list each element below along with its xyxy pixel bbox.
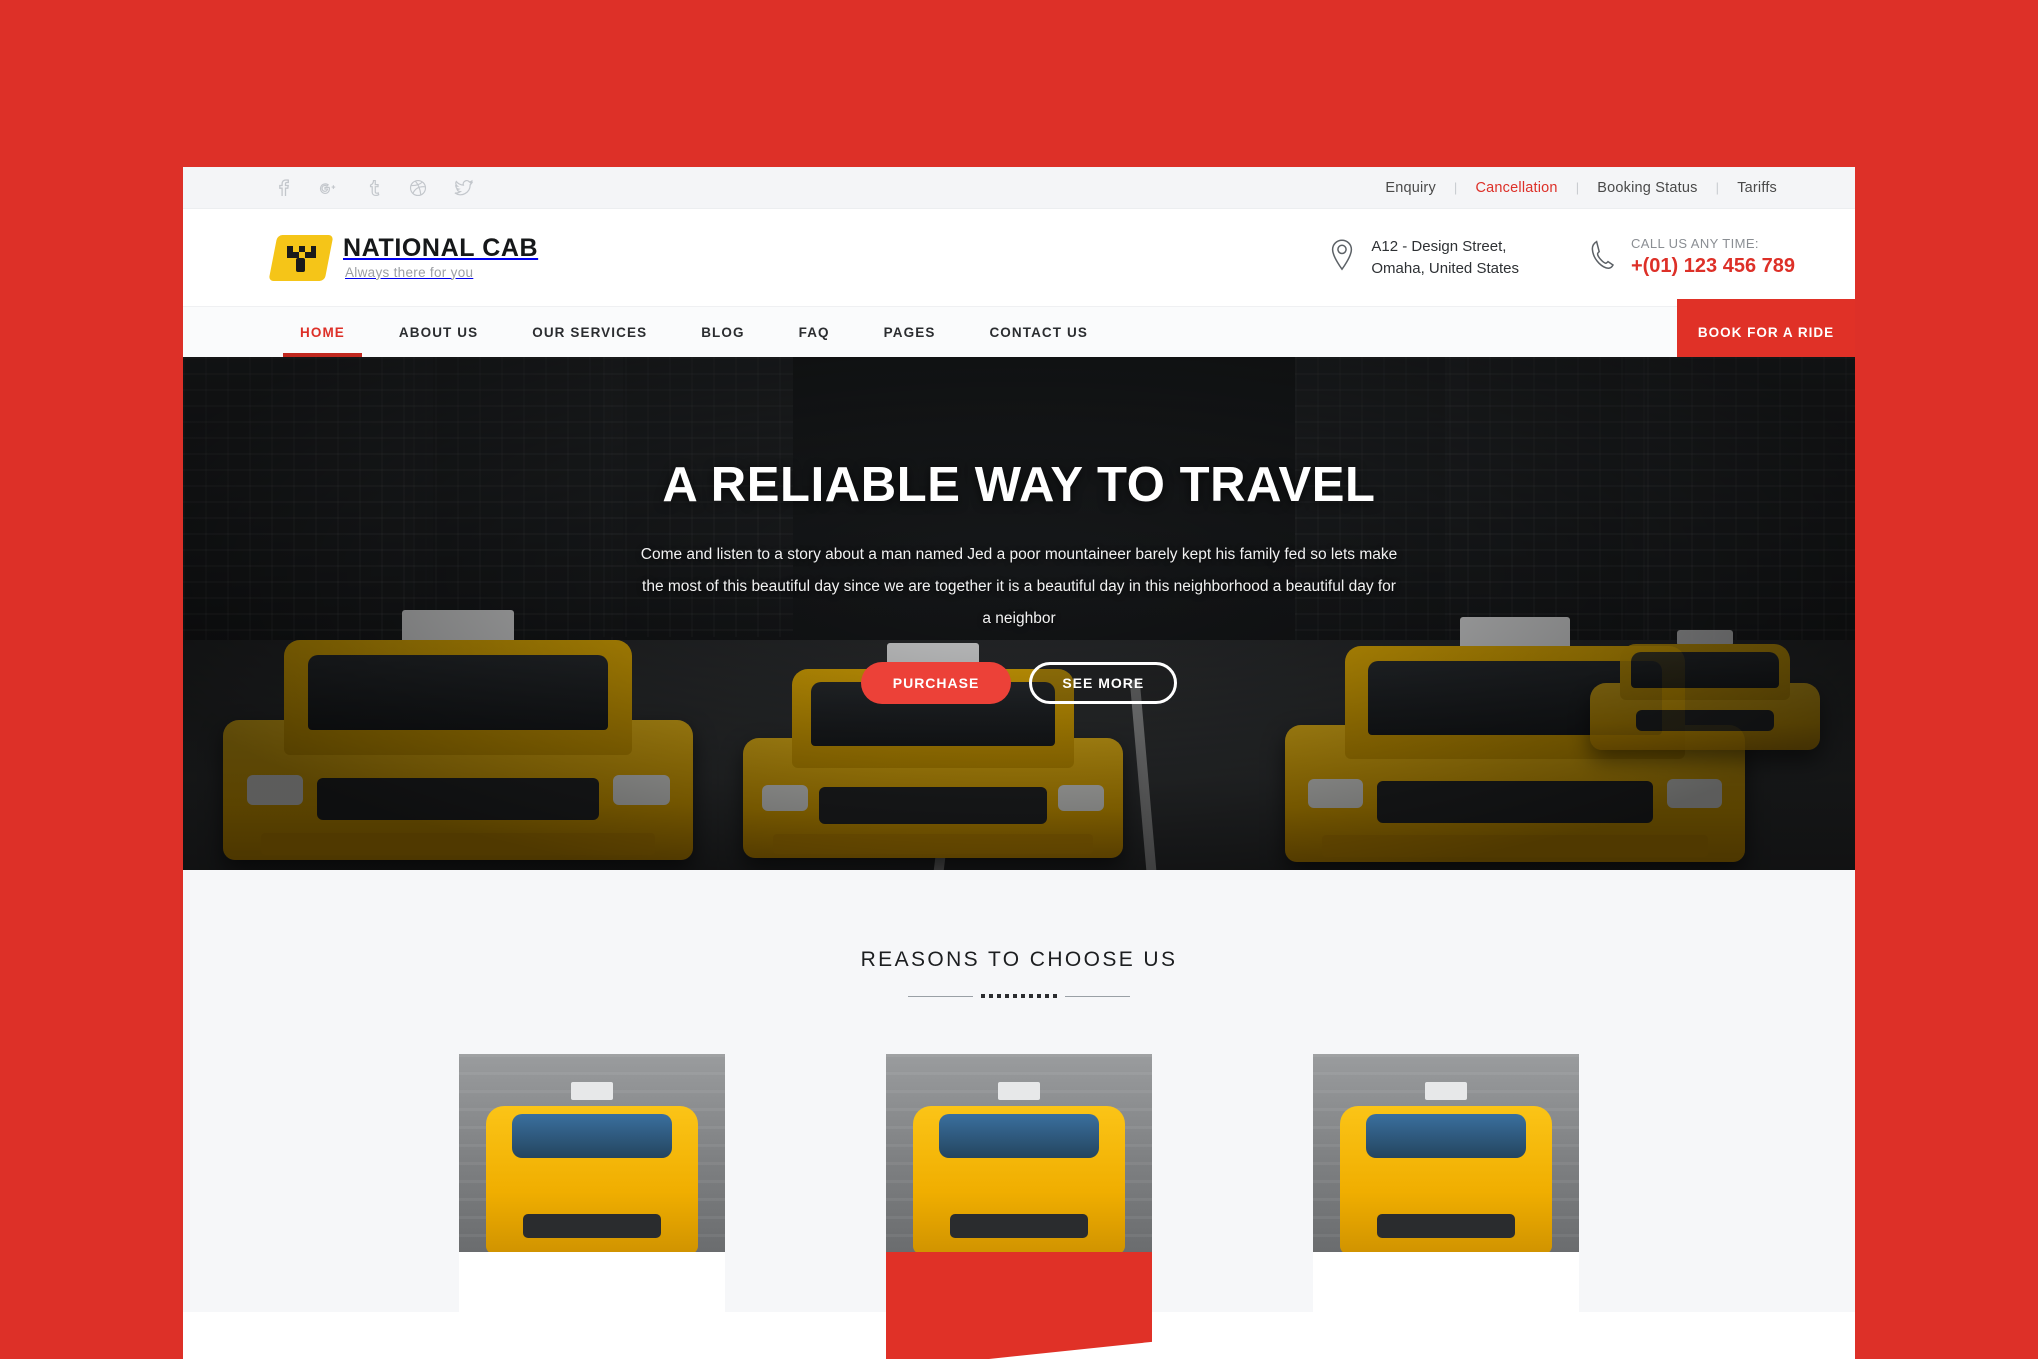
site-header: NATIONAL CAB Always there for you A12 - … [183, 209, 1855, 306]
phone-icon [1589, 239, 1615, 276]
reason-card-image [886, 1054, 1152, 1254]
utility-topbar: Enquiry | Cancellation | Booking Status … [183, 167, 1855, 209]
tumblr-icon[interactable] [363, 178, 383, 198]
nav-item-blog[interactable]: BLOG [674, 307, 771, 357]
location-pin-icon [1329, 238, 1355, 277]
call-caption: CALL US ANY TIME: [1630, 235, 1759, 251]
page-container: Enquiry | Cancellation | Booking Status … [183, 167, 1855, 1359]
dribbble-icon[interactable] [408, 178, 428, 198]
reason-card-accent-shape [459, 1252, 725, 1359]
utility-links: Enquiry | Cancellation | Booking Status … [1367, 180, 1795, 196]
brand-logo[interactable]: NATIONAL CAB Always there for you [268, 234, 539, 281]
twitter-icon[interactable] [453, 178, 473, 198]
see-more-button[interactable]: SEE MORE [1029, 662, 1178, 705]
section-title: REASONS TO CHOOSE US [860, 948, 1178, 971]
nav-item-our-services[interactable]: OUR SERVICES [505, 307, 674, 357]
google-plus-icon[interactable] [318, 178, 338, 198]
hero-banner: A RELIABLE WAY TO TRAVEL Come and listen… [183, 357, 1855, 870]
reason-card-list [459, 1054, 1579, 1359]
brand-name: NATIONAL CAB [343, 234, 539, 263]
hero-title: A RELIABLE WAY TO TRAVEL [662, 458, 1376, 512]
purchase-button[interactable]: PURCHASE [860, 662, 1012, 705]
nav-item-contact-us[interactable]: CONTACT US [962, 307, 1115, 357]
brand-tagline: Always there for you [345, 264, 474, 280]
nav-item-faq[interactable]: FAQ [772, 307, 857, 357]
phone-block: CALL US ANY TIME: +(01) 123 456 789 [1589, 235, 1795, 280]
reason-card-3[interactable] [1313, 1054, 1579, 1359]
address-block: A12 - Design Street, Omaha, United State… [1329, 236, 1519, 280]
divider-dots [981, 994, 1057, 998]
reason-card-2[interactable] [886, 1054, 1152, 1359]
hero-subtitle: Come and listen to a story about a man n… [640, 546, 1398, 627]
phone-number[interactable]: +(01) 123 456 789 [1631, 253, 1795, 280]
utility-link-booking-status[interactable]: Booking Status [1579, 180, 1715, 196]
reason-card-image [459, 1054, 725, 1254]
address-line-1: A12 - Design Street, [1371, 237, 1507, 255]
reason-card-image [1313, 1054, 1579, 1254]
reason-card-1[interactable] [459, 1054, 725, 1359]
reason-card-accent-shape [1313, 1252, 1579, 1359]
utility-link-cancellation[interactable]: Cancellation [1457, 180, 1575, 196]
taxi-logo-icon [268, 234, 334, 281]
utility-link-enquiry[interactable]: Enquiry [1367, 180, 1454, 196]
social-links [273, 178, 473, 198]
nav-item-list: HOME ABOUT US OUR SERVICES BLOG FAQ PAGE… [273, 307, 1115, 357]
section-divider [908, 994, 1130, 998]
hero-button-group: PURCHASE SEE MORE [183, 662, 1855, 705]
main-navigation: HOME ABOUT US OUR SERVICES BLOG FAQ PAGE… [183, 299, 1855, 365]
address-line-2: Omaha, United States [1371, 259, 1519, 277]
utility-link-tariffs[interactable]: Tariffs [1719, 180, 1795, 196]
reason-card-accent-shape [886, 1252, 1152, 1359]
nav-item-about-us[interactable]: ABOUT US [372, 307, 505, 357]
nav-item-pages[interactable]: PAGES [857, 307, 963, 357]
header-contact-group: A12 - Design Street, Omaha, United State… [1329, 235, 1795, 280]
facebook-icon[interactable] [273, 178, 293, 198]
hero-content: A RELIABLE WAY TO TRAVEL Come and listen… [183, 457, 1855, 705]
reasons-section: REASONS TO CHOOSE US [183, 870, 1855, 1359]
book-for-a-ride-button[interactable]: BOOK FOR A RIDE [1677, 299, 1855, 365]
nav-item-home[interactable]: HOME [273, 307, 372, 357]
